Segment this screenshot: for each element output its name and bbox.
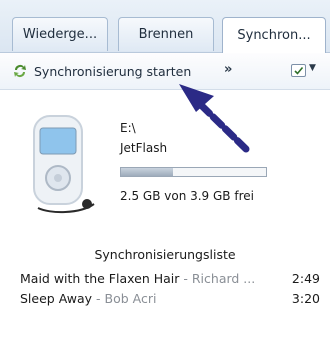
song-title: Sleep Away — [20, 291, 93, 306]
tab-bar: Wiederge... Brennen Synchron... — [0, 0, 330, 53]
sync-toolbar: Synchronisierung starten » ▼ — [0, 53, 330, 90]
sync-arrows-icon — [14, 65, 26, 77]
sync-options-icon[interactable] — [291, 64, 306, 77]
song-artist: - Bob Acri — [92, 291, 157, 306]
song-duration: 2:49 — [291, 271, 320, 286]
sync-list-item[interactable]: Maid with the Flaxen Hair - Richard ... … — [20, 271, 320, 291]
sync-options-dropdown-icon[interactable]: ▼ — [309, 63, 316, 73]
song-title: Maid with the Flaxen Hair — [20, 271, 180, 286]
sync-list-title: Synchronisierungsliste — [94, 247, 236, 262]
song-artist: - Richard ... — [179, 271, 256, 286]
device-drive-letter: E:\ — [120, 121, 136, 135]
device-name: JetFlash — [120, 141, 168, 155]
storage-capacity-bar — [120, 167, 267, 177]
sync-list-item[interactable]: Sleep Away - Bob Acri 3:20 — [20, 291, 320, 311]
storage-space-text: 2.5 GB von 3.9 GB frei — [120, 189, 254, 203]
storage-used-fill — [121, 168, 174, 176]
start-sync-label: Synchronisierung starten — [34, 63, 192, 79]
more-commands-chevron-icon[interactable]: » — [224, 62, 232, 77]
tab-play[interactable]: Wiederge... — [12, 17, 108, 51]
song-duration: 3:20 — [291, 291, 320, 306]
tab-burn[interactable]: Brennen — [118, 17, 214, 51]
start-sync-button[interactable]: Synchronisierung starten — [12, 59, 191, 83]
media-player-device-icon — [33, 115, 95, 214]
tab-sync[interactable]: Synchron... — [222, 17, 326, 53]
